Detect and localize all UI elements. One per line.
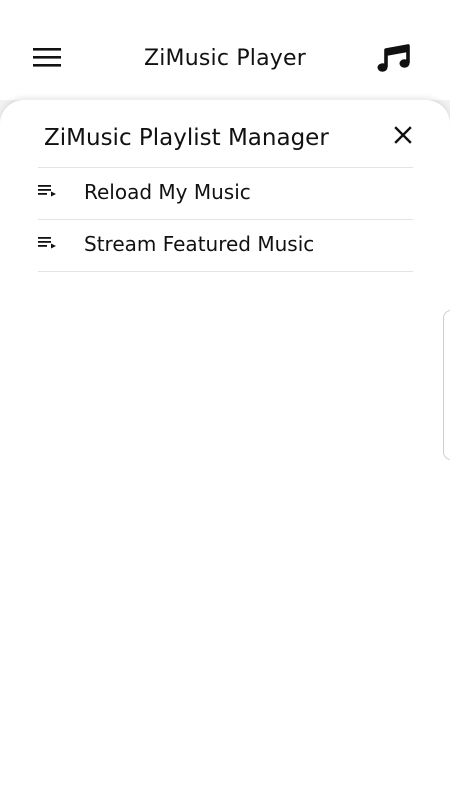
divider — [38, 271, 413, 272]
list-item-label: Reload My Music — [84, 180, 251, 204]
close-icon — [394, 126, 412, 144]
music-notes-icon — [377, 44, 410, 72]
playlist-play-icon — [38, 237, 58, 251]
list-item-label: Stream Featured Music — [84, 232, 315, 256]
music-button[interactable] — [374, 42, 412, 76]
edge-panel-handle[interactable] — [443, 310, 450, 460]
playlist-manager-sheet: ZiMusic Playlist Manager Reload My Music — [0, 100, 450, 800]
list-item-reload-my-music[interactable]: Reload My Music — [38, 168, 413, 219]
list-item-stream-featured-music[interactable]: Stream Featured Music — [38, 220, 413, 271]
sheet-title: ZiMusic Playlist Manager — [44, 125, 329, 151]
close-button[interactable] — [392, 124, 414, 146]
app-bar: ZiMusic Player — [0, 0, 450, 100]
playlist-play-icon — [38, 185, 58, 199]
sheet-header: ZiMusic Playlist Manager — [38, 120, 414, 166]
